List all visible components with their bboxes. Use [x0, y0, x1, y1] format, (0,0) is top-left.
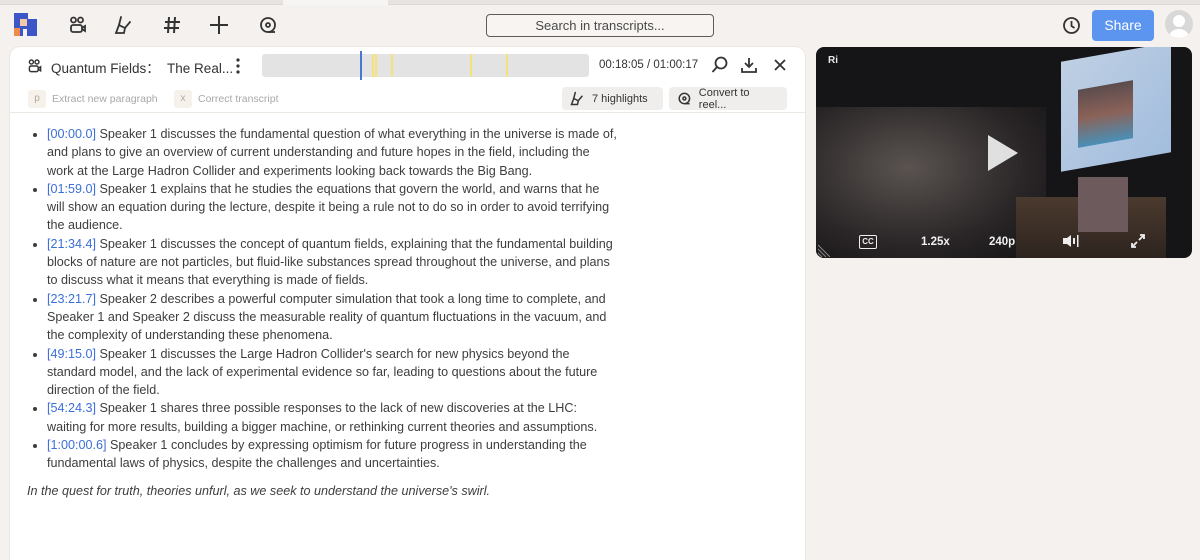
volume-icon[interactable] — [1062, 234, 1080, 251]
highlighter-icon[interactable] — [113, 14, 135, 36]
summary-item: [23:21.7] Speaker 2 describes a powerful… — [27, 290, 617, 345]
summary-content: [00:00.0] Speaker 1 discusses the fundam… — [10, 125, 805, 500]
user-avatar[interactable] — [1165, 10, 1193, 38]
summary-text: Speaker 1 discusses the fundamental ques… — [47, 127, 617, 178]
summary-item: [00:00.0] Speaker 1 discusses the fundam… — [27, 125, 617, 180]
summary-text: Speaker 1 shares three possible response… — [47, 401, 598, 434]
add-icon[interactable] — [208, 14, 230, 36]
captions-button[interactable]: CC — [859, 235, 877, 249]
history-clock-icon[interactable] — [1062, 16, 1081, 35]
summary-item: [21:34.4] Speaker 1 discusses the concep… — [27, 235, 617, 290]
summary-text: Speaker 1 explains that he studies the e… — [47, 181, 610, 233]
summary-item: [1:00:00.6] Speaker 1 concludes by expre… — [27, 436, 617, 473]
top-toolbar: Search in transcripts... Share — [0, 5, 1200, 47]
highlights-button[interactable]: 7 highlights — [562, 87, 663, 110]
video-player[interactable]: Ri CC 1.25x 240p — [816, 47, 1192, 258]
reel-icon[interactable] — [257, 14, 279, 36]
summary-text: Speaker 2 describes a powerful computer … — [47, 291, 607, 343]
video-frame-backdrop — [1078, 177, 1128, 232]
highlighter-icon — [570, 91, 583, 106]
playback-speed-button[interactable]: 1.25x — [921, 236, 950, 248]
summary-item: [01:59.0] Speaker 1 explains that he stu… — [27, 180, 617, 235]
summary-text: Speaker 1 concludes by expressing optimi… — [47, 438, 587, 471]
share-button[interactable]: Share — [1092, 10, 1154, 41]
highlight-marker[interactable] — [391, 54, 393, 77]
fullscreen-icon[interactable] — [1130, 233, 1146, 252]
playhead[interactable] — [360, 51, 362, 80]
transcript-header: Quantum Fields： The Real... 00:18:05 / 0… — [10, 47, 805, 113]
highlight-marker[interactable] — [372, 54, 374, 77]
summary-item: [49:15.0] Speaker 1 discusses the Large … — [27, 345, 617, 400]
shortcut-key-badge: p — [28, 89, 46, 108]
convert-label: Convert to reel... — [698, 86, 750, 111]
summary-text: Speaker 1 discusses the Large Hadron Col… — [47, 346, 598, 398]
recording-icon — [27, 58, 43, 74]
extract-paragraph-action[interactable]: p Extract new paragraph — [28, 89, 158, 108]
timestamp-link[interactable]: [23:21.7] — [47, 292, 96, 306]
convert-to-reel-button[interactable]: Convert to reel... — [669, 86, 787, 111]
action-label: Extract new paragraph — [52, 92, 158, 105]
transcript-panel: Quantum Fields： The Real... 00:18:05 / 0… — [10, 47, 805, 560]
timestamp-link[interactable]: [21:34.4] — [47, 237, 96, 251]
resize-grip-icon[interactable] — [817, 243, 832, 258]
summary-list: [00:00.0] Speaker 1 discusses the fundam… — [27, 125, 617, 473]
highlight-marker[interactable] — [470, 54, 472, 77]
timestamp-link[interactable]: [1:00:00.6] — [47, 438, 107, 452]
recordings-icon[interactable] — [67, 14, 89, 36]
video-frame-slide — [1078, 80, 1133, 148]
reel-icon — [678, 92, 691, 105]
highlights-count: 7 highlights — [592, 92, 648, 105]
app-logo-icon[interactable] — [14, 13, 37, 36]
timestamp-link[interactable]: [54:24.3] — [47, 401, 96, 415]
quality-button[interactable]: 240p — [989, 236, 1015, 248]
action-label: Correct transcript — [198, 92, 279, 105]
channel-badge: Ri — [828, 55, 838, 66]
summary-poem: In the quest for truth, theories unfurl,… — [27, 483, 491, 498]
summary-item: [54:24.3] Speaker 1 shares three possibl… — [27, 399, 617, 436]
shortcut-key-badge: x — [174, 89, 192, 108]
transcript-title[interactable]: Quantum Fields： The Real... — [51, 57, 233, 77]
highlight-marker[interactable] — [506, 54, 508, 77]
search-icon[interactable] — [711, 56, 729, 74]
search-transcripts-input[interactable]: Search in transcripts... — [486, 14, 714, 37]
timestamp-link[interactable]: [01:59.0] — [47, 182, 96, 196]
play-icon[interactable] — [988, 135, 1018, 171]
highlight-marker[interactable] — [375, 54, 377, 77]
timecode: 00:18:05 / 01:00:17 — [599, 59, 699, 71]
correct-transcript-action[interactable]: x Correct transcript — [174, 89, 279, 108]
summary-text: Speaker 1 discusses the concept of quant… — [47, 236, 613, 288]
playback-timeline[interactable] — [262, 51, 589, 80]
close-icon[interactable] — [771, 56, 789, 74]
download-icon[interactable] — [740, 56, 758, 74]
timestamp-link[interactable]: [00:00.0] — [47, 127, 96, 141]
timestamp-link[interactable]: [49:15.0] — [47, 347, 96, 361]
tags-hash-icon[interactable] — [161, 14, 183, 36]
more-options-icon[interactable] — [232, 57, 244, 75]
